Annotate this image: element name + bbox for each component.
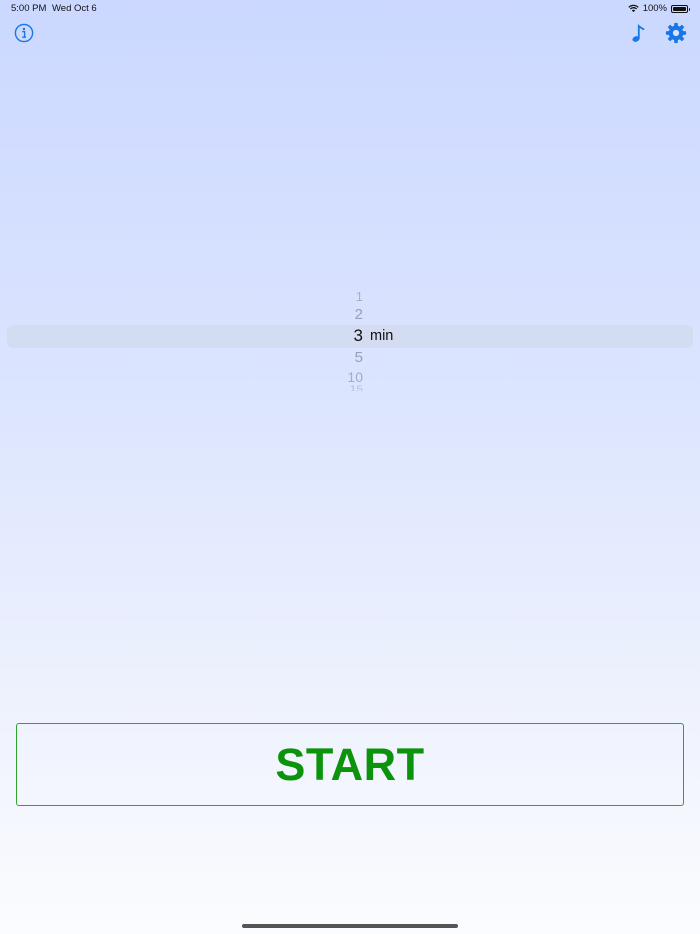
picker-unit-label: min [370,328,394,344]
picker-option[interactable]: 15 [0,384,363,391]
status-date: Wed Oct 6 [52,3,97,14]
minutes-picker[interactable]: 1 2 3 5 10 15 min [0,285,700,400]
picker-option[interactable]: 5 [0,349,363,366]
status-indicators: 100% [627,3,690,14]
gear-icon [665,22,687,44]
info-circle-icon [14,23,34,43]
battery-percent: 100% [642,3,667,14]
music-note-icon [632,23,645,42]
sound-button[interactable] [624,19,652,47]
home-indicator[interactable] [242,924,458,928]
picker-option[interactable]: 1 [0,289,363,304]
info-button[interactable] [10,19,38,47]
start-button-label: START [275,738,425,790]
start-button[interactable]: START [16,723,684,806]
picker-option[interactable]: 10 [0,369,363,385]
picker-selected-value[interactable]: 3 [0,326,363,346]
settings-button[interactable] [662,19,690,47]
status-time: 5:00 PM [11,3,47,14]
battery-icon [671,4,690,13]
status-bar: 5:00 PM Wed Oct 6 100% [0,0,700,18]
wifi-icon [627,4,639,13]
picker-option[interactable]: 2 [0,306,363,323]
